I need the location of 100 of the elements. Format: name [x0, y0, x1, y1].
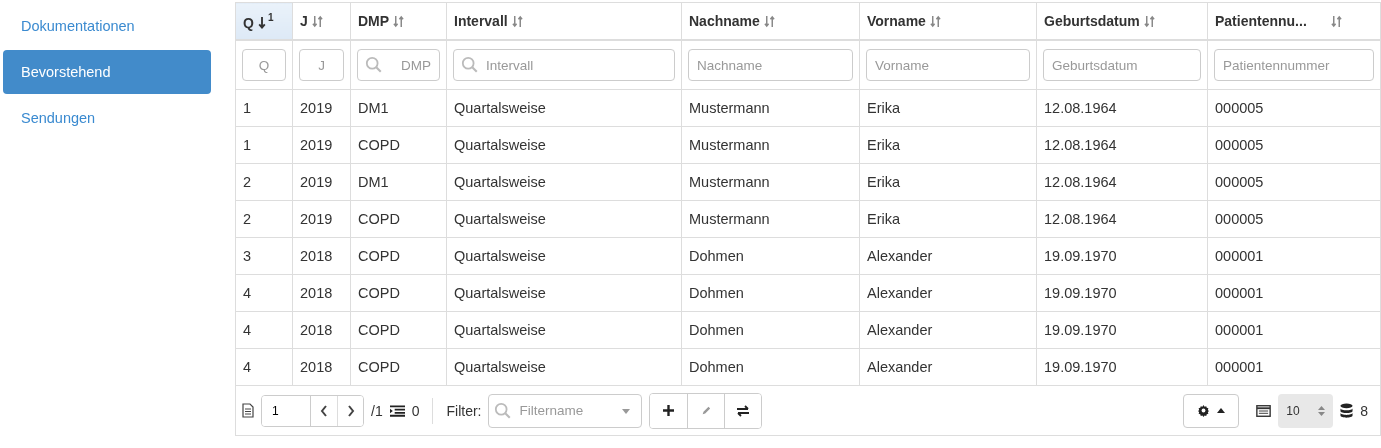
- column-header[interactable]: Geburtsdatum: [1036, 2, 1208, 40]
- sort-icon: [1330, 15, 1342, 29]
- table-cell: Mustermann: [681, 126, 860, 164]
- table-cell: 2: [235, 200, 293, 238]
- settings-button[interactable]: [1183, 393, 1240, 428]
- table-cell: DM1: [350, 163, 447, 201]
- sort-rank: 1: [267, 11, 274, 23]
- table-cell: 2019: [292, 89, 351, 127]
- column-header[interactable]: Patientennu...: [1207, 2, 1381, 40]
- table-cell: 2019: [292, 126, 351, 164]
- table-cell: Quartalsweise: [446, 311, 682, 349]
- table-cell: 000005: [1207, 200, 1381, 238]
- search-icon: [494, 401, 513, 420]
- table-cell: 4: [235, 274, 293, 312]
- filter-field[interactable]: Q: [242, 49, 286, 81]
- table-cell: 000001: [1207, 311, 1381, 349]
- table-icon: [1256, 404, 1272, 417]
- caret-icon: [622, 408, 631, 414]
- table-cell: Erika: [859, 89, 1037, 127]
- table-cell: Alexander: [859, 348, 1037, 386]
- table-cell: Quartalsweise: [446, 274, 682, 312]
- table-cell: 2019: [292, 200, 351, 238]
- table-cell: COPD: [350, 274, 447, 312]
- sidebar-item[interactable]: Sendungen: [3, 96, 211, 140]
- sort-down-icon: [257, 15, 266, 29]
- filter-field[interactable]: J: [299, 49, 344, 81]
- table-cell: Erika: [859, 126, 1037, 164]
- column-header[interactable]: DMP: [350, 2, 447, 40]
- table-cell: 12.08.1964: [1036, 200, 1208, 238]
- filter-label: Filter:: [446, 402, 482, 419]
- sidebar-item[interactable]: Dokumentationen: [3, 4, 211, 48]
- column-header[interactable]: Q $^{1}$: [235, 2, 293, 40]
- sort-icon: [929, 15, 941, 29]
- table-cell: DM1: [350, 89, 447, 127]
- table-cell: 000005: [1207, 89, 1381, 127]
- table-cell: 19.09.1970: [1036, 311, 1208, 349]
- table-cell: 4: [235, 348, 293, 386]
- sort-icon: [311, 15, 323, 29]
- table-cell: Quartalsweise: [446, 237, 682, 275]
- filter-field[interactable]: Nachname: [688, 49, 853, 81]
- table-cell: Mustermann: [681, 200, 860, 238]
- document-icon: [242, 403, 254, 418]
- column-header[interactable]: Vorname: [859, 2, 1037, 40]
- table-cell: Quartalsweise: [446, 89, 682, 127]
- table-cell: 12.08.1964: [1036, 163, 1208, 201]
- table-cell: Mustermann: [681, 163, 860, 201]
- table-cell: 2019: [292, 163, 351, 201]
- page-field[interactable]: 1: [262, 395, 311, 426]
- updown-icon: [1318, 404, 1326, 417]
- record-count: 8: [1360, 402, 1368, 419]
- column-header[interactable]: Intervall: [446, 2, 682, 40]
- next-button[interactable]: [337, 395, 363, 426]
- filter-field[interactable]: DMP: [357, 49, 440, 81]
- swap-button[interactable]: [724, 393, 762, 428]
- filter-field[interactable]: Patientennummer: [1214, 49, 1374, 81]
- sidebar-item[interactable]: Bevorstehend: [3, 50, 211, 94]
- table-cell: COPD: [350, 200, 447, 238]
- table-cell: 2018: [292, 237, 351, 275]
- database-icon: [1340, 403, 1354, 418]
- plus-icon: [663, 405, 675, 416]
- filter-field[interactable]: Intervall: [453, 49, 675, 81]
- table-cell: 19.09.1970: [1036, 274, 1208, 312]
- column-header[interactable]: J: [292, 2, 351, 40]
- table-cell: 2018: [292, 348, 351, 386]
- table-cell: Dohmen: [681, 311, 860, 349]
- table-cell: 2018: [292, 311, 351, 349]
- table-cell: Mustermann: [681, 89, 860, 127]
- table-cell: Erika: [859, 200, 1037, 238]
- page-total: /1: [371, 402, 383, 419]
- table-cell: 000001: [1207, 274, 1381, 312]
- pagination-control[interactable]: 1: [261, 394, 364, 427]
- chevron-right-icon: [346, 404, 355, 417]
- table-cell: COPD: [350, 237, 447, 275]
- sort-icon: [393, 15, 405, 29]
- swap-arrows-icon: [736, 404, 751, 417]
- table-cell: 4: [235, 311, 293, 349]
- table-cell: COPD: [350, 126, 447, 164]
- filter-field[interactable]: Vorname: [866, 49, 1030, 81]
- table-cell: 1: [235, 126, 293, 164]
- filter-field[interactable]: Geburtsdatum: [1043, 49, 1201, 81]
- column-header[interactable]: Nachname: [681, 2, 860, 40]
- table-cell: 19.09.1970: [1036, 348, 1208, 386]
- pencil-icon: [701, 405, 712, 416]
- table-cell: 000005: [1207, 163, 1381, 201]
- sort-icon: [1143, 15, 1155, 29]
- page-size-select[interactable]: 10: [1278, 393, 1334, 428]
- table-cell: Quartalsweise: [446, 200, 682, 238]
- table-cell: 12.08.1964: [1036, 89, 1208, 127]
- filter-dropdown[interactable]: Filtername: [488, 393, 643, 428]
- table-cell: 000001: [1207, 348, 1381, 386]
- sort-icon: [763, 15, 775, 29]
- table-cell: 2018: [292, 274, 351, 312]
- table-cell: COPD: [350, 311, 447, 349]
- table-cell: 000005: [1207, 126, 1381, 164]
- table-cell: Dohmen: [681, 348, 860, 386]
- table-cell: Quartalsweise: [446, 126, 682, 164]
- selected-count: 0: [411, 402, 420, 419]
- table-cell: Alexander: [859, 274, 1037, 312]
- table-cell: COPD: [350, 348, 447, 386]
- search-icon: [365, 56, 383, 74]
